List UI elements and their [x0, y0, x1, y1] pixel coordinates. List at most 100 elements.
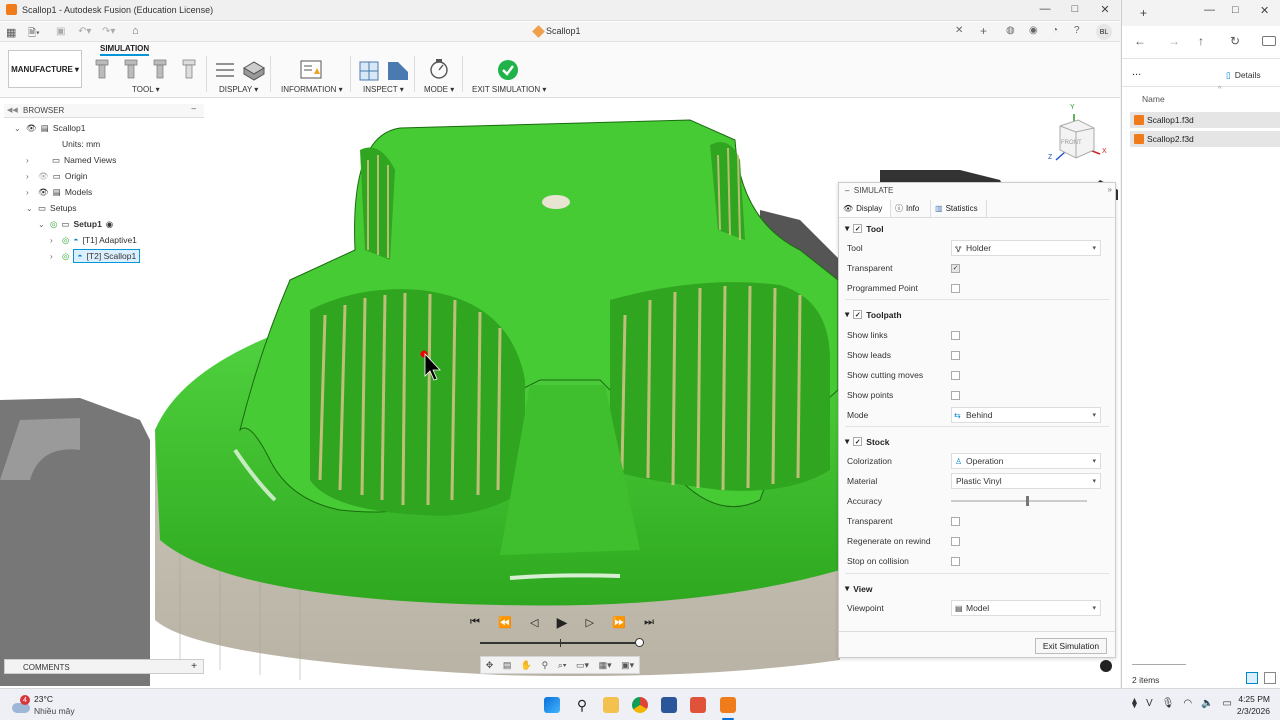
- forward-icon[interactable]: →: [1168, 34, 1180, 48]
- volume-icon[interactable]: 🔈: [1201, 698, 1213, 709]
- look-at-icon[interactable]: ▤: [503, 660, 512, 671]
- close-tab-icon[interactable]: ✕: [955, 25, 963, 36]
- new-tab-icon[interactable]: +: [980, 24, 987, 38]
- mode-group-label[interactable]: MODE ▾: [424, 85, 454, 94]
- playback-timeline[interactable]: [480, 638, 644, 647]
- minimize-icon[interactable]: —: [1204, 4, 1215, 16]
- clock-date[interactable]: 2/3/2026: [1226, 706, 1270, 716]
- viewports-icon[interactable]: ▣▾: [621, 660, 634, 671]
- accuracy-slider-thumb[interactable]: [1025, 496, 1029, 506]
- microphone-icon[interactable]: 🎙: [1162, 698, 1175, 709]
- start-icon[interactable]: [544, 697, 560, 713]
- step-forward-operation-icon[interactable]: ⏩: [612, 616, 626, 629]
- mode-dropdown[interactable]: ⇆ Behind ▾: [951, 407, 1101, 423]
- dropbox-icon[interactable]: ⧫: [1132, 698, 1137, 709]
- weather-widget[interactable]: 4: [10, 695, 32, 715]
- show-points-checkbox[interactable]: [951, 390, 960, 400]
- grid-menu-icon[interactable]: ▦: [6, 26, 16, 39]
- file-row[interactable]: Scallop2.f3d: [1130, 131, 1280, 147]
- extensions-icon[interactable]: ◍: [1006, 25, 1015, 36]
- step-forward-icon[interactable]: ▷: [586, 616, 594, 629]
- panel-options-icon[interactable]: »: [1108, 185, 1112, 194]
- user-avatar[interactable]: BL: [1096, 24, 1112, 40]
- transparent-checkbox[interactable]: ✓: [951, 263, 960, 273]
- tree-item-setups[interactable]: ⌄ ▭ Setups: [26, 201, 77, 215]
- tree-item-setup1[interactable]: ⌄ ◎ ▭ Setup1 ◉: [38, 217, 113, 231]
- document-tab[interactable]: Scallop1: [546, 26, 581, 36]
- exit-simulation-button[interactable]: Exit Simulation: [1035, 638, 1107, 654]
- text-commands-icon[interactable]: [1100, 660, 1112, 672]
- display-icons[interactable]: [214, 60, 266, 82]
- tab-statistics[interactable]: ▥ Statistics: [931, 200, 987, 217]
- skip-to-end-icon[interactable]: ⏭: [644, 616, 654, 629]
- section-tool[interactable]: ▾ ✓ Tool: [845, 223, 884, 234]
- tree-item-named-views[interactable]: › ▭ Named Views: [26, 153, 116, 167]
- show-leads-checkbox[interactable]: [951, 350, 960, 360]
- inspect-icons[interactable]: [358, 58, 410, 82]
- browser-collapse-icon[interactable]: –: [192, 104, 196, 113]
- tool-icons[interactable]: [94, 58, 198, 84]
- fit-icon[interactable]: ⌕▾: [558, 660, 567, 671]
- maximize-icon[interactable]: □: [1068, 3, 1082, 15]
- tiles-view-icon[interactable]: [1264, 672, 1276, 684]
- close-icon[interactable]: ✕: [1260, 4, 1269, 17]
- tree-item-scallop1[interactable]: › ◎ ◓ [T2] Scallop1: [50, 249, 141, 263]
- tree-item-adaptive1[interactable]: › ◎ ◓ [T1] Adaptive1: [50, 233, 137, 247]
- play-icon[interactable]: ▶: [557, 614, 568, 631]
- job-status-icon[interactable]: ◉: [1029, 25, 1038, 36]
- pan-icon[interactable]: ✋: [521, 660, 532, 671]
- search-icon[interactable]: ⚲: [574, 697, 590, 713]
- tab-info[interactable]: ⓘ Info: [891, 200, 931, 217]
- redo-icon[interactable]: ↷▾: [102, 26, 115, 37]
- word-icon[interactable]: [661, 697, 677, 713]
- scrollbar[interactable]: [1132, 664, 1186, 665]
- tree-item-models[interactable]: › 👁 ▤ Models: [26, 185, 92, 199]
- tool-dropdown[interactable]: 🜉 Holder ▾: [951, 240, 1101, 256]
- grid-settings-icon[interactable]: ▦▾: [599, 660, 612, 671]
- step-back-icon[interactable]: ◁: [530, 616, 538, 629]
- display-settings-icon[interactable]: ▭▾: [576, 660, 589, 671]
- minimize-icon[interactable]: —: [1038, 3, 1052, 15]
- refresh-icon[interactable]: ↻: [1230, 34, 1240, 48]
- show-cutting-moves-checkbox[interactable]: [951, 370, 960, 380]
- information-group-label[interactable]: INFORMATION ▾: [281, 85, 343, 94]
- accuracy-slider[interactable]: [951, 496, 1087, 506]
- fusion-taskbar-icon[interactable]: [720, 697, 736, 713]
- mode-icon[interactable]: [428, 58, 450, 80]
- home-icon[interactable]: ⌂: [132, 25, 139, 37]
- exit-simulation-check-icon[interactable]: [497, 59, 519, 81]
- more-options-button[interactable]: ...: [1132, 66, 1141, 78]
- stock-transparent-checkbox[interactable]: [951, 516, 960, 526]
- undo-icon[interactable]: ↶▾: [78, 26, 91, 37]
- display-group-label[interactable]: DISPLAY ▾: [219, 85, 258, 94]
- tab-display[interactable]: 👁 Display: [839, 200, 891, 217]
- clock-time[interactable]: 4:25 PM: [1230, 694, 1270, 704]
- stop-collision-checkbox[interactable]: [951, 556, 960, 566]
- details-view-icon[interactable]: [1246, 672, 1258, 684]
- wifi-icon[interactable]: ◠: [1183, 698, 1192, 709]
- maximize-icon[interactable]: □: [1232, 4, 1239, 16]
- app-icon[interactable]: [690, 697, 706, 713]
- save-icon[interactable]: ▣: [56, 26, 65, 37]
- tool-group-label[interactable]: TOOL ▾: [132, 85, 160, 94]
- add-comment-button[interactable]: +: [191, 661, 197, 672]
- notifications-icon[interactable]: ◔: [1052, 25, 1058, 36]
- file-row[interactable]: Scallop1.f3d: [1130, 112, 1280, 128]
- tree-item-root[interactable]: ⌄ 👁 ▤ Scallop1: [14, 121, 85, 135]
- orbit-icon[interactable]: ✥: [486, 660, 494, 671]
- details-button[interactable]: ▯ Details: [1226, 70, 1261, 81]
- section-stock[interactable]: ▾ ✓ Stock: [845, 436, 889, 447]
- show-links-checkbox[interactable]: [951, 330, 960, 340]
- vpn-icon[interactable]: V: [1146, 698, 1153, 709]
- tree-item-origin[interactable]: › 👁 ▭ Origin: [26, 169, 88, 183]
- colorization-dropdown[interactable]: ♙ Operation ▾: [951, 453, 1101, 469]
- section-toolpath[interactable]: ▾ ✓ Toolpath: [845, 309, 902, 320]
- zoom-icon[interactable]: ⚲: [542, 660, 549, 671]
- viewcube-face-front[interactable]: FRONT: [1061, 140, 1082, 146]
- workspace-switcher[interactable]: MANUFACTURE ▾: [8, 50, 82, 88]
- skip-to-start-icon[interactable]: ⏮: [470, 616, 480, 629]
- column-header-name[interactable]: Name: [1142, 94, 1165, 104]
- file-explorer-icon[interactable]: [603, 697, 619, 713]
- close-icon[interactable]: ✕: [1098, 3, 1112, 16]
- material-dropdown[interactable]: Plastic Vinyl ▾: [951, 473, 1101, 489]
